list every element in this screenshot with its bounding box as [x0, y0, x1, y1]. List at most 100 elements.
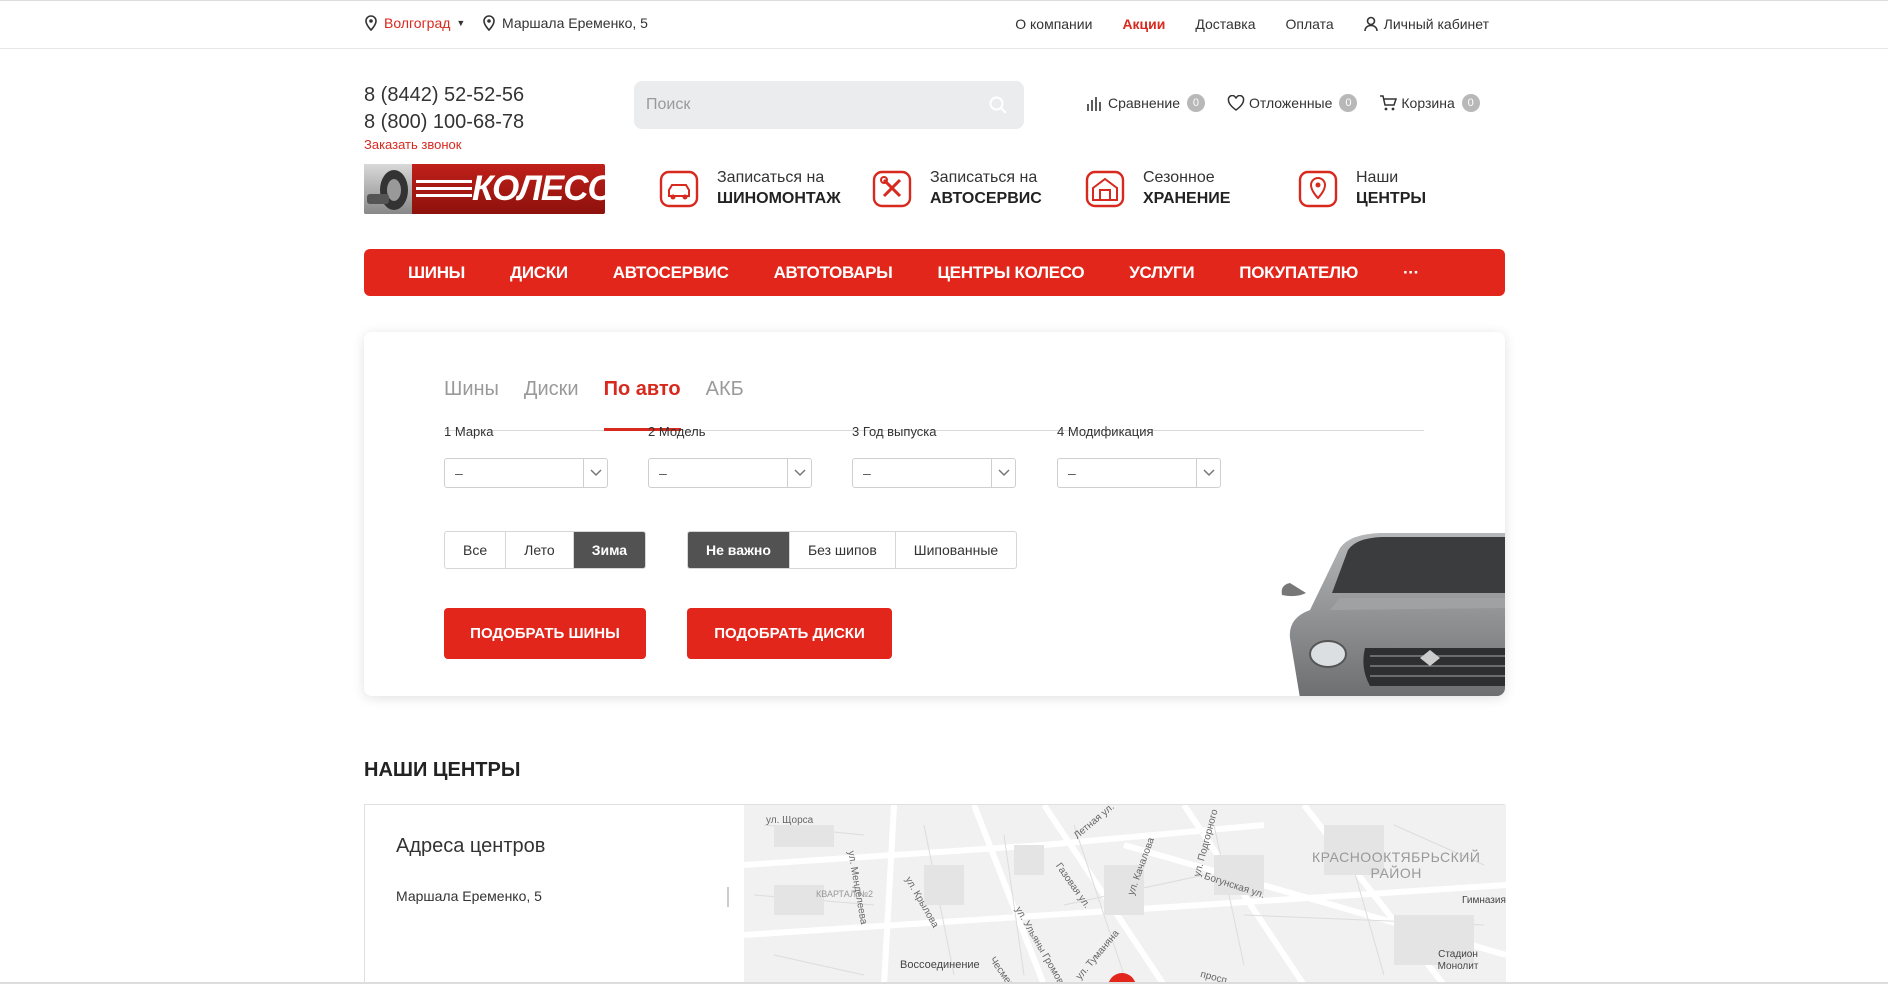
season-toggle: Все Лето Зима — [444, 531, 647, 569]
nav-buyer[interactable]: ПОКУПАТЕЛЮ — [1239, 263, 1358, 283]
site-logo[interactable]: КОЛЕСО — [364, 164, 605, 214]
location-pin-icon — [483, 15, 495, 31]
phone-block: 8 (8442) 52-52-56 8 (800) 100-68-78 — [364, 82, 524, 136]
spikes-toggle: Не важно Без шипов Шипованные — [687, 531, 1018, 569]
chevron-down-icon — [787, 459, 811, 487]
caret-down-icon: ▼ — [456, 18, 466, 28]
compare-count-badge: 0 — [1186, 94, 1205, 112]
find-tires-button[interactable]: ПОДОБРАТЬ ШИНЫ — [444, 608, 646, 659]
brand-select[interactable]: – — [444, 458, 608, 488]
compare-bars-icon — [1087, 97, 1101, 111]
modification-label: 4 Модификация — [1057, 424, 1154, 439]
brand-label: 1 Марка — [444, 424, 494, 439]
tire-selector-card: Шины Диски По авто АКБ 1 Марка 2 Модель … — [364, 332, 1505, 696]
wrench-icon — [872, 170, 912, 208]
find-disks-button[interactable]: ПОДОБРАТЬ ДИСКИ — [687, 608, 892, 659]
map-label: Стадион Монолит — [1437, 949, 1479, 972]
chevron-down-icon — [991, 459, 1015, 487]
search-icon[interactable] — [988, 95, 1008, 115]
menu-payment[interactable]: Оплата — [1286, 16, 1334, 32]
nav-centers[interactable]: ЦЕНТРЫ КОЛЕСО — [938, 263, 1085, 283]
service-line1: Наши — [1356, 169, 1399, 186]
spikes-studded[interactable]: Шипованные — [896, 532, 1016, 568]
map-label: КВАРТАЛ №2 — [816, 889, 874, 899]
center-address-item[interactable]: Маршала Еременко, 5 — [396, 888, 542, 904]
year-select[interactable]: – — [852, 458, 1016, 488]
heart-icon — [1227, 95, 1245, 111]
service-line2: ЦЕНТРЫ — [1356, 190, 1427, 207]
menu-promotions[interactable]: Акции — [1122, 16, 1165, 32]
wishlist-label: Отложенные — [1248, 95, 1333, 111]
nav-autogoods[interactable]: АВТОТОВАРЫ — [774, 263, 893, 283]
service-tire-fitting[interactable]: Записаться на ШИНОМОНТАЖ — [655, 164, 841, 212]
location-pin-icon — [365, 15, 377, 31]
brand-value: – — [455, 465, 463, 481]
centers-section-title: НАШИ ЦЕНТРЫ — [364, 759, 521, 781]
top-bar: Волгоград ▼ Маршала Еременко, 5 О компан… — [0, 0, 1888, 49]
menu-about[interactable]: О компании — [1015, 16, 1092, 32]
menu-delivery[interactable]: Доставка — [1195, 16, 1255, 32]
model-select[interactable]: – — [648, 458, 812, 488]
service-line2: ХРАНЕНИЕ — [1143, 190, 1231, 207]
personal-account-label: Личный кабинет — [1383, 16, 1489, 32]
nav-tires[interactable]: ШИНЫ — [408, 263, 465, 283]
cart-count-badge: 0 — [1461, 94, 1480, 112]
service-centers[interactable]: Наши ЦЕНТРЫ — [1294, 164, 1426, 212]
nav-more[interactable]: ··· — [1403, 263, 1419, 283]
spikes-any[interactable]: Не важно — [688, 532, 790, 568]
tab-tires[interactable]: Шины — [444, 366, 499, 430]
callback-link[interactable]: Заказать звонок — [364, 137, 461, 152]
addresses-title: Адреса центров — [396, 835, 546, 857]
year-value: – — [863, 465, 871, 481]
map-label: ул. Щорса — [766, 815, 814, 826]
service-line1: Записаться на — [930, 169, 1038, 186]
logo-tire-graphic — [364, 164, 412, 214]
selector-tabs: Шины Диски По авто АКБ — [444, 366, 1424, 431]
cart-link[interactable]: Корзина 0 — [1379, 94, 1480, 112]
tab-by-car[interactable]: По авто — [603, 366, 681, 431]
location-pin-icon — [1298, 170, 1338, 208]
service-storage[interactable]: Сезонное ХРАНЕНИЕ — [1081, 164, 1230, 212]
tab-disks[interactable]: Диски — [524, 366, 579, 430]
service-line2: АВТОСЕРВИС — [930, 190, 1042, 207]
address-text: Маршала Еременко, 5 — [502, 15, 648, 31]
city-name: Волгоград — [384, 15, 451, 31]
list-scrollbar[interactable] — [727, 887, 729, 907]
district-line1: КРАСНООКТЯБРЬСКИЙ — [1312, 849, 1481, 865]
logo-stripes — [416, 180, 472, 200]
compare-link[interactable]: Сравнение 0 — [1086, 94, 1205, 112]
wishlist-link[interactable]: Отложенные 0 — [1227, 94, 1358, 112]
centers-map[interactable]: ул. Щорса ул. Менделеева ул. Крылова КВА… — [744, 805, 1506, 984]
user-icon — [1363, 16, 1378, 32]
phone-local[interactable]: 8 (8442) 52-52-56 — [364, 82, 524, 109]
store-address[interactable]: Маршала Еременко, 5 — [482, 15, 648, 31]
season-all[interactable]: Все — [445, 532, 507, 568]
search-box — [634, 81, 1024, 129]
tab-battery[interactable]: АКБ — [706, 366, 744, 430]
main-nav: ШИНЫ ДИСКИ АВТОСЕРВИС АВТОТОВАРЫ ЦЕНТРЫ … — [364, 249, 1505, 296]
header-actions: Сравнение 0 Отложенные 0 Корзина 0 — [1086, 94, 1480, 112]
spikes-none[interactable]: Без шипов — [790, 532, 896, 568]
nav-services[interactable]: УСЛУГИ — [1129, 263, 1194, 283]
city-selector[interactable]: Волгоград ▼ — [364, 15, 465, 31]
tire-service-icon — [659, 170, 699, 208]
cart-icon — [1380, 95, 1398, 111]
season-summer[interactable]: Лето — [506, 532, 574, 568]
map-label: Гимназия — [1462, 895, 1506, 906]
search-input[interactable] — [634, 81, 974, 129]
top-menu: О компании Акции Доставка Оплата Личный … — [1015, 16, 1489, 32]
centers-block: Адреса центров Маршала Еременко, 5 ул. Щ… — [364, 804, 1506, 984]
service-line1: Сезонное — [1143, 169, 1215, 186]
service-auto-repair[interactable]: Записаться на АВТОСЕРВИС — [868, 164, 1042, 212]
personal-account-link[interactable]: Личный кабинет — [1363, 16, 1489, 32]
service-line1: Записаться на — [717, 169, 825, 186]
nav-disks[interactable]: ДИСКИ — [510, 263, 568, 283]
nav-autoservice[interactable]: АВТОСЕРВИС — [613, 263, 729, 283]
map-label: Воссоединение — [900, 959, 980, 971]
modification-select[interactable]: – — [1057, 458, 1221, 488]
phone-free[interactable]: 8 (800) 100-68-78 — [364, 109, 524, 136]
wishlist-count-badge: 0 — [1339, 94, 1358, 112]
season-winter[interactable]: Зима — [573, 532, 646, 568]
modification-value: – — [1068, 465, 1076, 481]
car-image — [1281, 533, 1505, 696]
